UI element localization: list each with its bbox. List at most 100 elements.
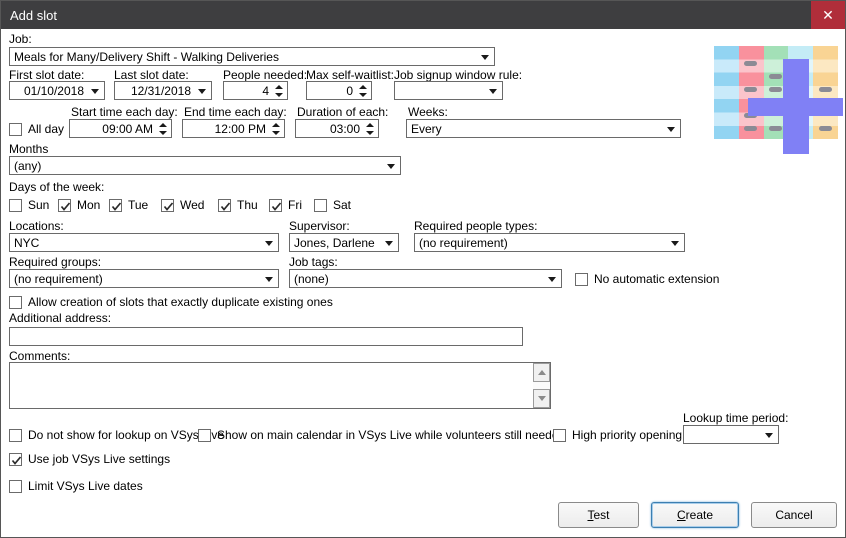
day-tue-checkbox[interactable]: Tue: [109, 198, 148, 212]
all-day-checkbox[interactable]: All day: [9, 122, 64, 136]
spin-down-icon: [274, 92, 283, 97]
job-value: Meals for Many/Delivery Shift - Walking …: [14, 49, 279, 64]
job-signup-window-rule-select[interactable]: [394, 81, 503, 100]
high-priority-opening-label: High priority opening: [572, 428, 683, 442]
required-groups-label: Required groups:: [9, 255, 102, 269]
close-icon: ✕: [822, 6, 834, 23]
comments-scrollbar[interactable]: [533, 363, 550, 408]
no-automatic-extension-label: No automatic extension: [594, 272, 720, 286]
locations-select[interactable]: NYC: [9, 233, 279, 252]
people-needed-label: People needed:: [223, 68, 308, 82]
first-slot-date-picker[interactable]: 01/10/2018: [9, 81, 105, 100]
checkbox-box: [9, 479, 22, 493]
allow-duplicates-checkbox[interactable]: Allow creation of slots that exactly dup…: [9, 295, 333, 309]
checkbox-box: [9, 295, 22, 309]
checkbox-box: [9, 452, 22, 466]
supervisor-value: Jones, Darlene: [294, 235, 375, 250]
day-mon-checkbox[interactable]: Mon: [58, 198, 100, 212]
months-select[interactable]: (any): [9, 156, 401, 175]
job-label: Job:: [9, 32, 32, 46]
no-automatic-extension-checkbox[interactable]: No automatic extension: [575, 272, 719, 286]
spin-up-icon: [271, 122, 280, 127]
add-slot-dialog: Add slot ✕ Job: Meals for Many/Delivery …: [0, 0, 846, 538]
close-button[interactable]: ✕: [811, 1, 845, 29]
comments-label: Comments:: [9, 349, 71, 363]
day-thu-checkbox[interactable]: Thu: [218, 198, 258, 212]
start-time-stepper[interactable]: 09:00 AM: [69, 119, 172, 138]
day-sat-checkbox[interactable]: Sat: [314, 198, 351, 212]
show-on-main-calendar-checkbox[interactable]: Show on main calendar in VSys Live while…: [198, 428, 565, 442]
spinner[interactable]: [356, 82, 369, 99]
test-button[interactable]: Test: [558, 502, 639, 528]
create-button-label: Create: [676, 508, 714, 522]
locations-label: Locations:: [9, 219, 64, 233]
limit-vsys-live-dates-checkbox[interactable]: Limit VSys Live dates: [9, 479, 143, 493]
additional-address-input[interactable]: [9, 327, 523, 346]
locations-value: NYC: [14, 235, 40, 250]
day-thu-label: Thu: [237, 198, 258, 212]
required-groups-select[interactable]: (no requirement): [9, 269, 279, 288]
chevron-down-icon: [198, 88, 206, 94]
last-slot-date-picker[interactable]: 12/31/2018: [114, 81, 212, 100]
weeks-select[interactable]: Every: [406, 119, 681, 138]
checkbox-box: [9, 122, 22, 136]
spinner[interactable]: [156, 120, 169, 137]
checkbox-box: [575, 272, 588, 286]
last-slot-date-value: 12/31/2018: [130, 83, 191, 98]
spin-down-icon: [271, 130, 280, 135]
spinner[interactable]: [363, 120, 376, 137]
chevron-down-icon: [481, 54, 489, 60]
day-fri-label: Fri: [288, 198, 302, 212]
months-value: (any): [14, 158, 42, 173]
people-needed-stepper[interactable]: 4: [223, 81, 288, 100]
end-time-value: 12:00 PM: [214, 121, 266, 136]
day-mon-label: Mon: [77, 198, 101, 212]
start-time-label: Start time each day:: [71, 105, 178, 119]
comments-input[interactable]: [9, 362, 551, 409]
chevron-down-icon: [265, 276, 273, 282]
chevron-down-icon: [387, 163, 395, 169]
job-tags-select[interactable]: (none): [289, 269, 562, 288]
scroll-down-button[interactable]: [533, 389, 550, 408]
end-time-label: End time each day:: [184, 105, 287, 119]
day-fri-checkbox[interactable]: Fri: [269, 198, 302, 212]
create-button[interactable]: Create: [651, 502, 739, 528]
use-job-vsys-live-settings-label: Use job VSys Live settings: [28, 452, 171, 466]
end-time-stepper[interactable]: 12:00 PM: [182, 119, 285, 138]
checkbox-box: [218, 198, 231, 212]
title-bar[interactable]: Add slot ✕: [1, 1, 845, 29]
scroll-up-button[interactable]: [533, 363, 550, 382]
day-wed-checkbox[interactable]: Wed: [161, 198, 204, 212]
days-of-week-label: Days of the week:: [9, 180, 105, 194]
scroll-down-icon: [537, 396, 546, 401]
calendar-dash: [769, 87, 782, 92]
duration-stepper[interactable]: 03:00: [295, 119, 379, 138]
calendar-dash: [744, 87, 757, 92]
supervisor-label: Supervisor:: [289, 219, 350, 233]
start-time-value: 09:00 AM: [102, 121, 153, 136]
cancel-button[interactable]: Cancel: [751, 502, 837, 528]
supervisor-select[interactable]: Jones, Darlene: [289, 233, 399, 252]
max-self-waitlist-stepper[interactable]: 0: [306, 81, 372, 100]
do-not-show-lookup-checkbox[interactable]: Do not show for lookup on VSys Live: [9, 428, 224, 442]
checkbox-box: [58, 198, 71, 212]
spinner[interactable]: [272, 82, 285, 99]
high-priority-opening-checkbox[interactable]: High priority opening: [553, 428, 682, 442]
spinner[interactable]: [269, 120, 282, 137]
job-select[interactable]: Meals for Many/Delivery Shift - Walking …: [9, 47, 495, 66]
duration-value: 03:00: [329, 121, 360, 136]
spin-up-icon: [365, 122, 374, 127]
lookup-time-period-label: Lookup time period:: [683, 411, 789, 425]
use-job-vsys-live-settings-checkbox[interactable]: Use job VSys Live settings: [9, 452, 170, 466]
people-needed-value: 4: [262, 83, 269, 98]
calendar-dash: [744, 126, 757, 131]
checkbox-box: [553, 428, 566, 442]
day-sun-checkbox[interactable]: Sun: [9, 198, 49, 212]
all-day-label: All day: [28, 122, 65, 136]
comments-value: [12, 365, 531, 406]
day-wed-label: Wed: [180, 198, 205, 212]
chevron-down-icon: [91, 88, 99, 94]
required-people-types-select[interactable]: (no requirement): [414, 233, 685, 252]
lookup-time-period-select[interactable]: [683, 425, 779, 444]
weeks-value: Every: [411, 121, 442, 136]
